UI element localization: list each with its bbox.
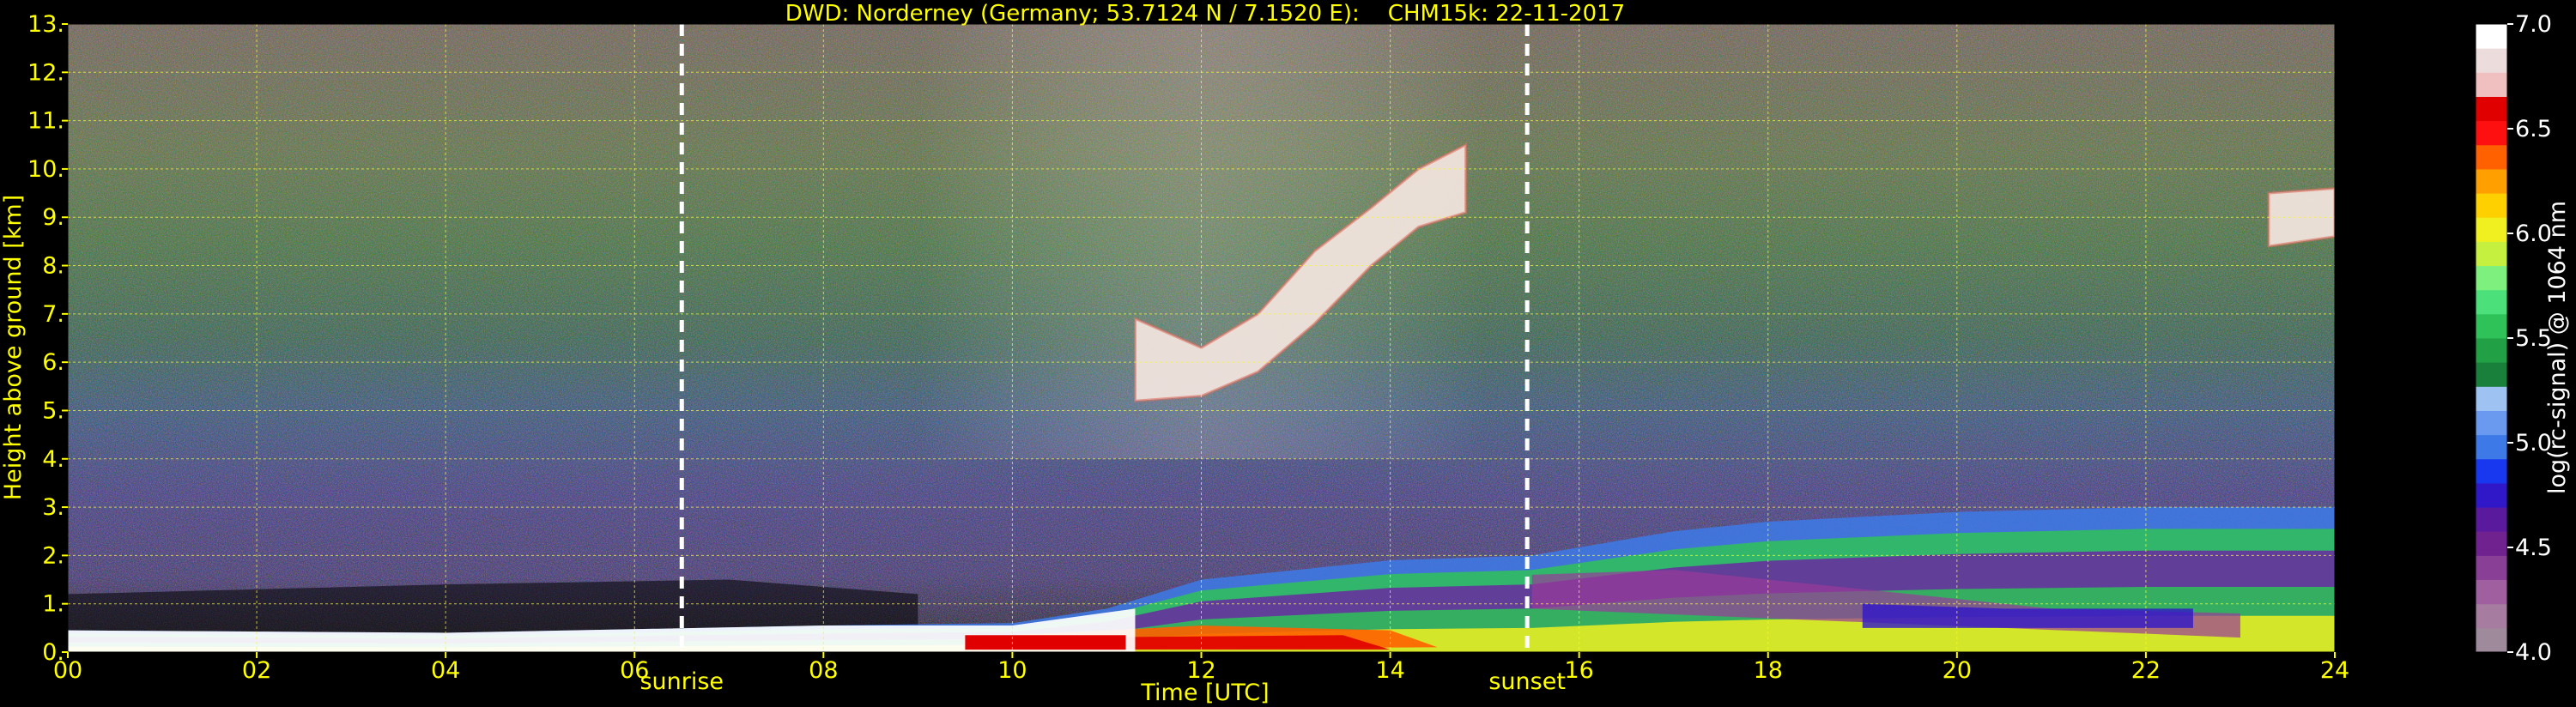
colorbar-segment [2476,313,2507,339]
y-tick-label: 9. [42,204,64,231]
y-tick-label: 7. [42,301,64,328]
y-tick-label: 12. [27,59,64,86]
colorbar-segment [2476,531,2507,556]
x-tick-label: 24 [2320,657,2349,684]
colorbar-segment [2476,627,2507,653]
morning-red-layer [965,635,1126,650]
y-tick-label: 10. [27,156,64,183]
y-tick-label: 11. [27,108,64,135]
colorbar-segment [2476,579,2507,605]
colorbar-segment [2476,265,2507,291]
y-tick-label: 2. [42,542,64,569]
y-tick-label: 3. [42,494,64,521]
x-tick-label: 02 [242,657,271,684]
y-tick-label: 4. [42,446,64,473]
colorbar-tick-label: 6.5 [2515,116,2552,142]
y-tick-label: 5. [42,397,64,424]
ceilometer-chart: sunrise sunset 00 02 04 06 08 10 12 14 16 18 20 22 24… [0,1,2571,706]
colorbar-tick-label: 7.0 [2515,11,2552,38]
colorbar-segment [2476,458,2507,484]
colorbar-segment [2476,241,2507,267]
colorbar-segment [2476,289,2507,315]
colorbar-tick-label: 4.0 [2515,639,2552,666]
colorbar-label: log(rc-signal) @ 1064 nm [2544,201,2571,494]
colorbar-segment [2476,555,2507,581]
colorbar-segment [2476,386,2507,411]
colorbar-segment [2476,362,2507,387]
colorbar-segment [2476,410,2507,436]
x-tick-label: 22 [2131,657,2161,684]
y-tick-label: 6. [42,349,64,376]
colorbar-segment [2476,120,2507,146]
chart-title: DWD: Norderney (Germany; 53.7124 N / 7.1… [785,1,1625,27]
x-tick-label: 14 [1375,657,1404,684]
x-axis-label: Time [UTC] [1140,680,1269,706]
y-tick-label: 13. [27,11,64,38]
sunset-label: sunset [1488,668,1566,695]
x-tick-label: 08 [809,657,838,684]
colorbar-segment [2476,434,2507,460]
colorbar: 4.04.55.05.56.06.57.0 [2475,11,2552,666]
colorbar-segment [2476,144,2507,170]
colorbar-segment [2476,168,2507,194]
colorbar-tick-label: 4.5 [2515,535,2552,561]
x-tick-label: 18 [1754,657,1783,684]
colorbar-segment [2476,338,2507,363]
x-tick-label: 16 [1564,657,1593,684]
y-axis-label: Height above ground [km] [0,195,27,500]
sunrise-label: sunrise [639,668,724,695]
x-tick-label: 06 [620,657,649,684]
colorbar-segment [2476,48,2507,73]
x-tick-label: 10 [997,657,1027,684]
colorbar-segment [2476,96,2507,122]
colorbar-segment [2476,603,2507,629]
y-tick-label: 0. [42,639,64,666]
y-tick-label: 8. [42,253,64,280]
x-tick-label: 20 [1943,657,1972,684]
colorbar-segment [2476,217,2507,242]
colorbar-segment [2476,507,2507,532]
colorbar-segment [2476,24,2507,49]
y-tick-label: 1. [42,591,64,618]
x-tick-label: 04 [431,657,460,684]
colorbar-segment [2476,193,2507,218]
colorbar-segment [2476,72,2507,97]
colorbar-segment [2476,482,2507,508]
